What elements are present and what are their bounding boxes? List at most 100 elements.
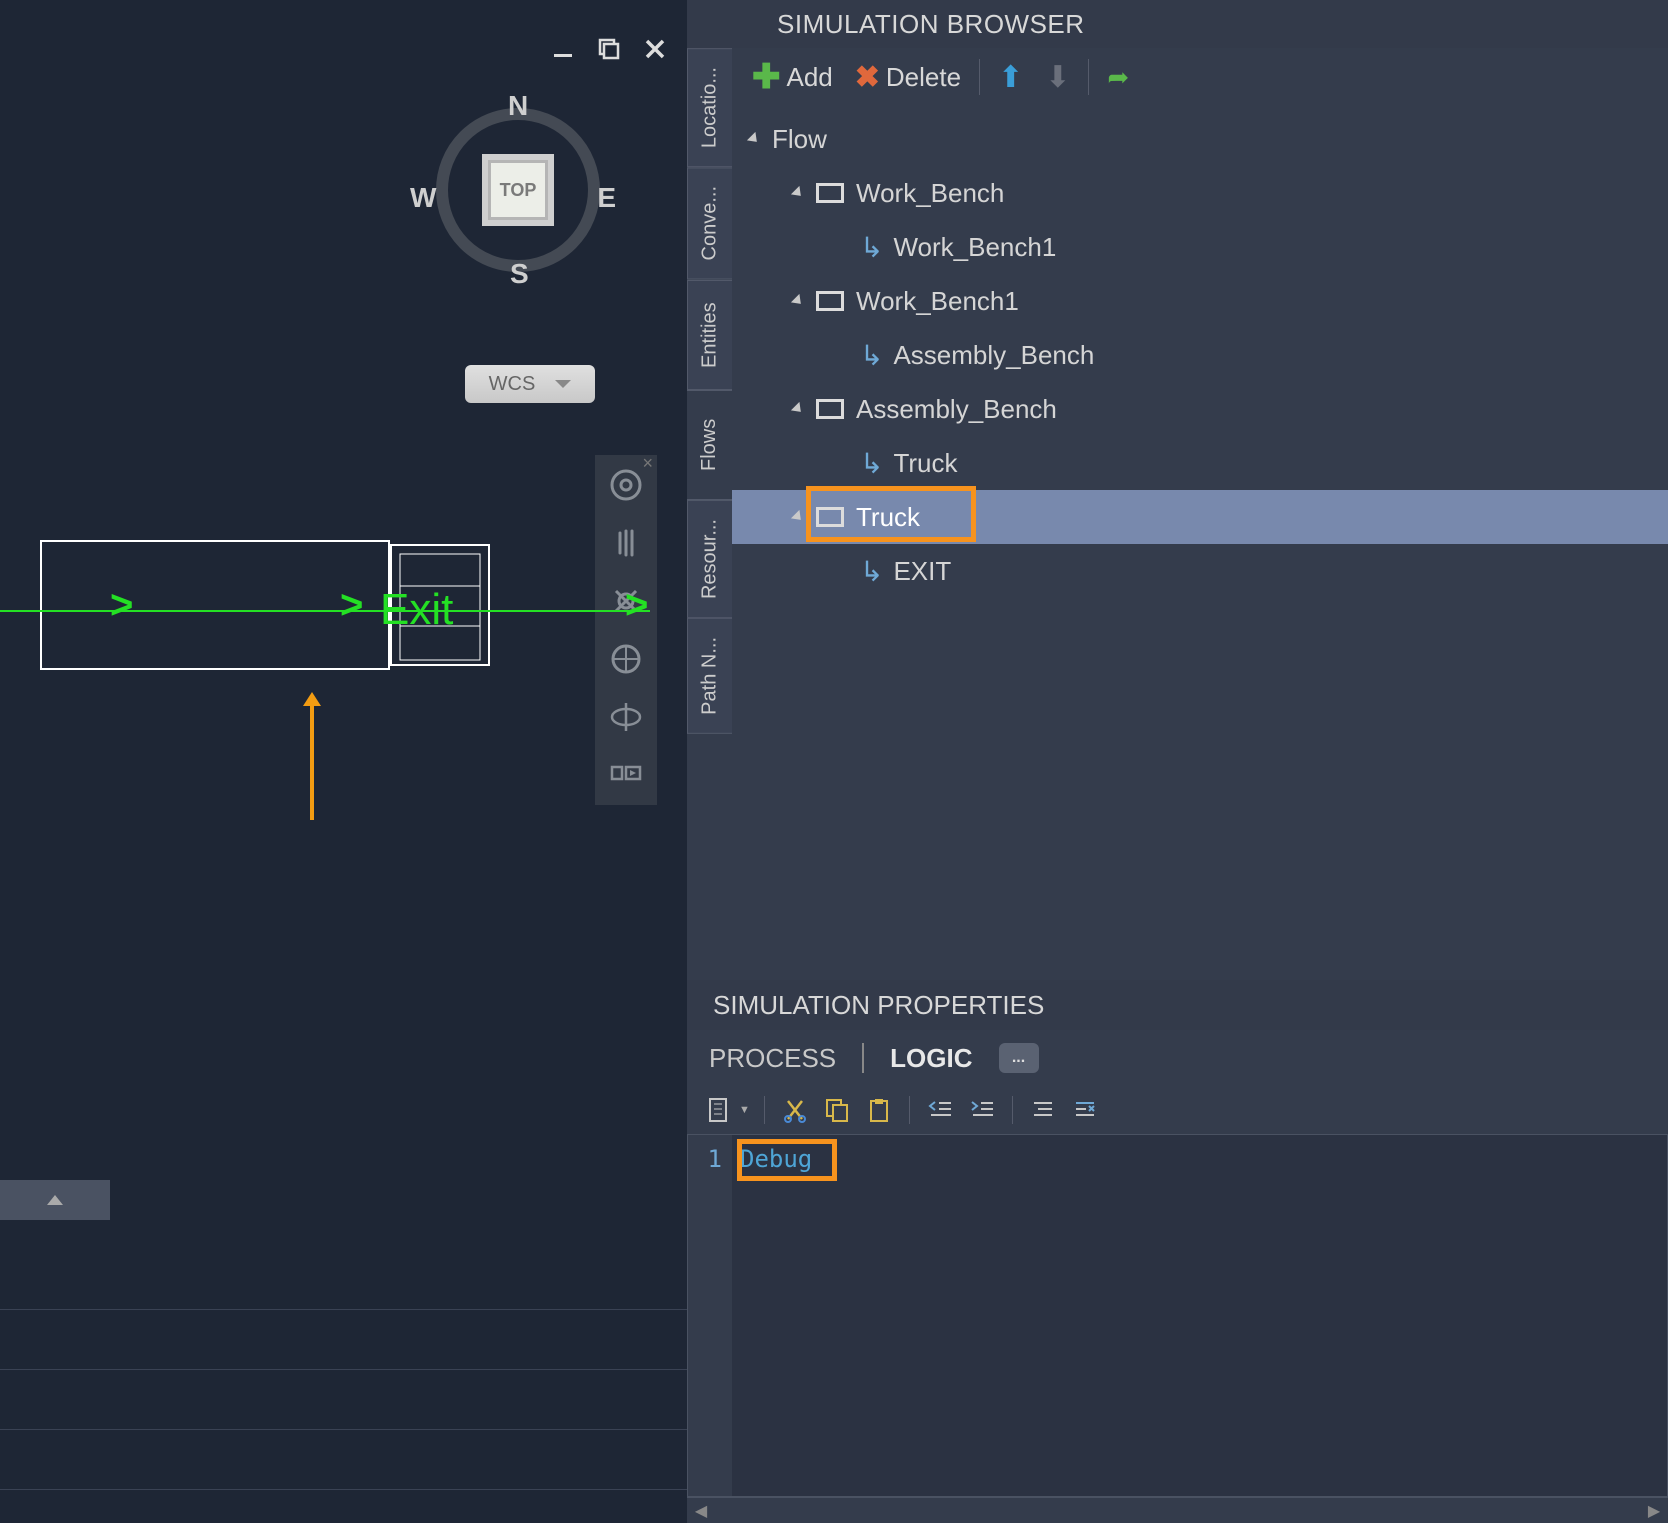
copy-icon[interactable] — [821, 1094, 853, 1126]
window-controls — [549, 35, 669, 63]
ucs-arrowhead-icon — [303, 692, 321, 706]
compass-w[interactable]: W — [410, 182, 436, 214]
side-tab-conveyors[interactable]: Conve... — [687, 167, 732, 279]
tree-label: Work_Bench1 — [856, 286, 1019, 317]
browser-content: ✚ Add ✖ Delete ⬆ ⬇ — [732, 48, 1668, 980]
side-tab-entities[interactable]: Entities — [687, 280, 732, 390]
chevron-up-icon — [47, 1195, 63, 1205]
routing-arrow-icon: ↳ — [860, 339, 883, 372]
exit-label[interactable]: Exit — [380, 585, 453, 635]
side-tab-locations[interactable]: Locatio... — [687, 48, 732, 167]
side-tab-resources[interactable]: Resour... — [687, 500, 732, 618]
toolbar-separator — [1088, 59, 1089, 95]
tree-child-exit[interactable]: ↳ EXIT — [732, 544, 1668, 598]
tab-logic[interactable]: LOGIC — [884, 1039, 978, 1078]
tree-item-work-bench1[interactable]: Work_Bench1 — [732, 274, 1668, 328]
expander-icon[interactable] — [747, 132, 761, 146]
move-up-button[interactable]: ⬆ — [990, 56, 1031, 99]
panel-collapse-button[interactable] — [0, 1180, 110, 1220]
tree-child-work-bench1[interactable]: ↳ Work_Bench1 — [732, 220, 1668, 274]
tree-label: Truck — [856, 502, 920, 533]
uncomment-icon[interactable] — [1069, 1094, 1101, 1126]
horizontal-scrollbar[interactable]: ◀ ▶ — [687, 1497, 1668, 1523]
panel-row[interactable] — [0, 1310, 690, 1370]
right-panel-container: SIMULATION BROWSER Locatio... Conve... E… — [687, 0, 1668, 1523]
cut-icon[interactable] — [779, 1094, 811, 1126]
tree-label: EXIT — [893, 556, 951, 587]
code-editor[interactable]: 1 Debug — [687, 1134, 1668, 1497]
tree-root-flow[interactable]: Flow — [732, 112, 1668, 166]
play-icon[interactable] — [604, 753, 648, 797]
tree-child-truck[interactable]: ↳ Truck — [732, 436, 1668, 490]
paste-icon[interactable] — [863, 1094, 895, 1126]
rotate-icon[interactable] — [604, 695, 648, 739]
close-button[interactable] — [641, 35, 669, 63]
expander-icon[interactable] — [791, 402, 805, 416]
compass-s[interactable]: S — [510, 258, 529, 290]
viewport-3d[interactable]: N S E W TOP WCS × > > > Exit — [0, 0, 687, 1523]
viewcube-compass[interactable]: N S E W TOP — [408, 80, 618, 290]
panel-row[interactable] — [0, 1370, 690, 1430]
bottom-panel — [0, 1250, 690, 1490]
x-icon: ✖ — [855, 60, 880, 95]
properties-tabs: PROCESS LOGIC ... — [687, 1030, 1668, 1086]
code-toolbar: ▼ — [687, 1086, 1668, 1134]
flow-chevron-icon: > — [110, 583, 133, 628]
expander-icon[interactable] — [791, 294, 805, 308]
maximize-button[interactable] — [595, 35, 623, 63]
indent-icon[interactable] — [966, 1094, 998, 1126]
viewcube-top[interactable]: TOP — [488, 160, 548, 220]
panel-row[interactable] — [0, 1430, 690, 1490]
wcs-label: WCS — [489, 373, 536, 396]
dropdown-icon[interactable]: ▼ — [739, 1104, 750, 1116]
folder-icon — [816, 507, 844, 527]
flow-line — [0, 610, 650, 612]
code-text[interactable]: Debug — [732, 1135, 820, 1496]
expander-icon[interactable] — [791, 186, 805, 200]
tree-item-truck[interactable]: Truck — [732, 490, 1668, 544]
nav-toolbar: × — [595, 455, 657, 805]
minimize-button[interactable] — [549, 35, 577, 63]
panel-row[interactable] — [0, 1250, 690, 1310]
expander-icon[interactable] — [791, 510, 805, 524]
ucs-arrow — [310, 700, 314, 820]
tree-label: Flow — [772, 124, 827, 155]
toolbar-separator — [909, 1096, 910, 1124]
tree-label: Assembly_Bench — [856, 394, 1057, 425]
document-icon[interactable] — [703, 1094, 735, 1126]
wcs-dropdown[interactable]: WCS — [465, 365, 595, 403]
comment-icon[interactable] — [1027, 1094, 1059, 1126]
tab-separator — [862, 1043, 864, 1073]
steering-wheel-icon[interactable] — [604, 463, 648, 507]
add-button[interactable]: ✚ Add — [744, 53, 841, 101]
line-number: 1 — [688, 1145, 722, 1173]
pan-icon[interactable] — [604, 521, 648, 565]
browser-toolbar: ✚ Add ✖ Delete ⬆ ⬇ — [732, 48, 1668, 106]
share-button[interactable]: ➦ — [1099, 58, 1137, 97]
tree-label: Assembly_Bench — [893, 340, 1094, 371]
side-tab-path-networks[interactable]: Path N... — [687, 618, 732, 734]
close-icon[interactable]: × — [642, 453, 653, 474]
compass-e[interactable]: E — [597, 182, 616, 214]
tree-item-work-bench[interactable]: Work_Bench — [732, 166, 1668, 220]
side-tab-flows[interactable]: Flows — [687, 390, 732, 500]
outdent-icon[interactable] — [924, 1094, 956, 1126]
toolbar-separator — [1012, 1096, 1013, 1124]
scroll-right-icon[interactable]: ▶ — [1644, 1501, 1664, 1521]
move-down-button[interactable]: ⬇ — [1037, 56, 1078, 99]
tree-label: Truck — [893, 448, 957, 479]
scroll-left-icon[interactable]: ◀ — [691, 1501, 711, 1521]
code-token: Debug — [740, 1145, 812, 1173]
arrow-down-icon: ⬇ — [1045, 60, 1070, 95]
routing-arrow-icon: ↳ — [860, 447, 883, 480]
flow-tree: Flow Work_Bench ↳ Work_Bench1 Wo — [732, 106, 1668, 604]
orbit-icon[interactable] — [604, 637, 648, 681]
tree-item-assembly-bench[interactable]: Assembly_Bench — [732, 382, 1668, 436]
compass-n[interactable]: N — [508, 90, 528, 122]
delete-button[interactable]: ✖ Delete — [847, 56, 969, 99]
browser-side-tabs: Locatio... Conve... Entities Flows Resou… — [687, 48, 732, 980]
tab-more-button[interactable]: ... — [999, 1043, 1039, 1073]
tab-process[interactable]: PROCESS — [703, 1039, 842, 1078]
tree-child-assembly-bench[interactable]: ↳ Assembly_Bench — [732, 328, 1668, 382]
tree-label: Work_Bench — [856, 178, 1004, 209]
